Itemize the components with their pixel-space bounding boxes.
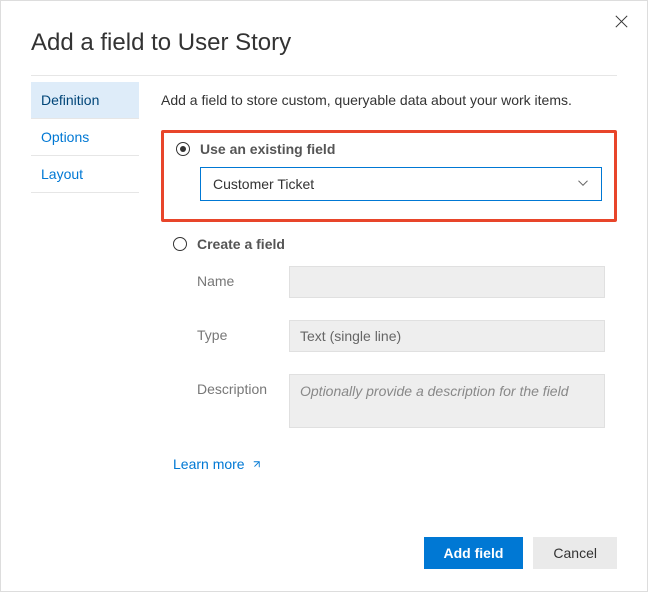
radio-use-existing-label: Use an existing field xyxy=(200,141,335,157)
add-field-button[interactable]: Add field xyxy=(424,537,524,569)
intro-text: Add a field to store custom, queryable d… xyxy=(161,92,617,108)
close-icon xyxy=(615,15,628,28)
learn-more-link[interactable]: Learn more xyxy=(173,456,262,472)
type-label: Type xyxy=(197,320,289,352)
sidebar-item-label: Options xyxy=(41,129,89,145)
chevron-down-icon xyxy=(577,176,589,192)
sidebar: Definition Options Layout xyxy=(31,82,139,472)
existing-field-select[interactable]: Customer Ticket xyxy=(200,167,602,201)
type-value: Text (single line) xyxy=(300,328,401,344)
dialog-title: Add a field to User Story xyxy=(1,1,647,75)
existing-field-value: Customer Ticket xyxy=(213,176,314,192)
add-field-dialog: Add a field to User Story Definition Opt… xyxy=(0,0,648,592)
radio-use-existing[interactable] xyxy=(176,142,190,156)
sidebar-item-options[interactable]: Options xyxy=(31,119,139,156)
sidebar-item-layout[interactable]: Layout xyxy=(31,156,139,193)
description-input[interactable]: Optionally provide a description for the… xyxy=(289,374,605,428)
external-link-icon xyxy=(251,459,262,470)
existing-field-highlight: Use an existing field Customer Ticket xyxy=(161,130,617,222)
divider xyxy=(31,75,617,76)
dialog-footer: Add field Cancel xyxy=(424,537,617,569)
name-input[interactable] xyxy=(289,266,605,298)
radio-create-field[interactable] xyxy=(173,237,187,251)
sidebar-item-label: Definition xyxy=(41,92,99,108)
sidebar-item-definition[interactable]: Definition xyxy=(31,82,139,119)
close-button[interactable] xyxy=(609,9,633,33)
radio-create-field-label: Create a field xyxy=(197,236,285,252)
description-placeholder: Optionally provide a description for the… xyxy=(300,383,568,399)
main-panel: Add a field to store custom, queryable d… xyxy=(139,82,617,472)
cancel-button[interactable]: Cancel xyxy=(533,537,617,569)
description-label: Description xyxy=(197,374,289,428)
type-select[interactable]: Text (single line) xyxy=(289,320,605,352)
name-label: Name xyxy=(197,266,289,298)
create-field-section: Create a field Name Type Text (single li… xyxy=(161,236,617,428)
learn-more-label: Learn more xyxy=(173,456,245,472)
sidebar-item-label: Layout xyxy=(41,166,83,182)
